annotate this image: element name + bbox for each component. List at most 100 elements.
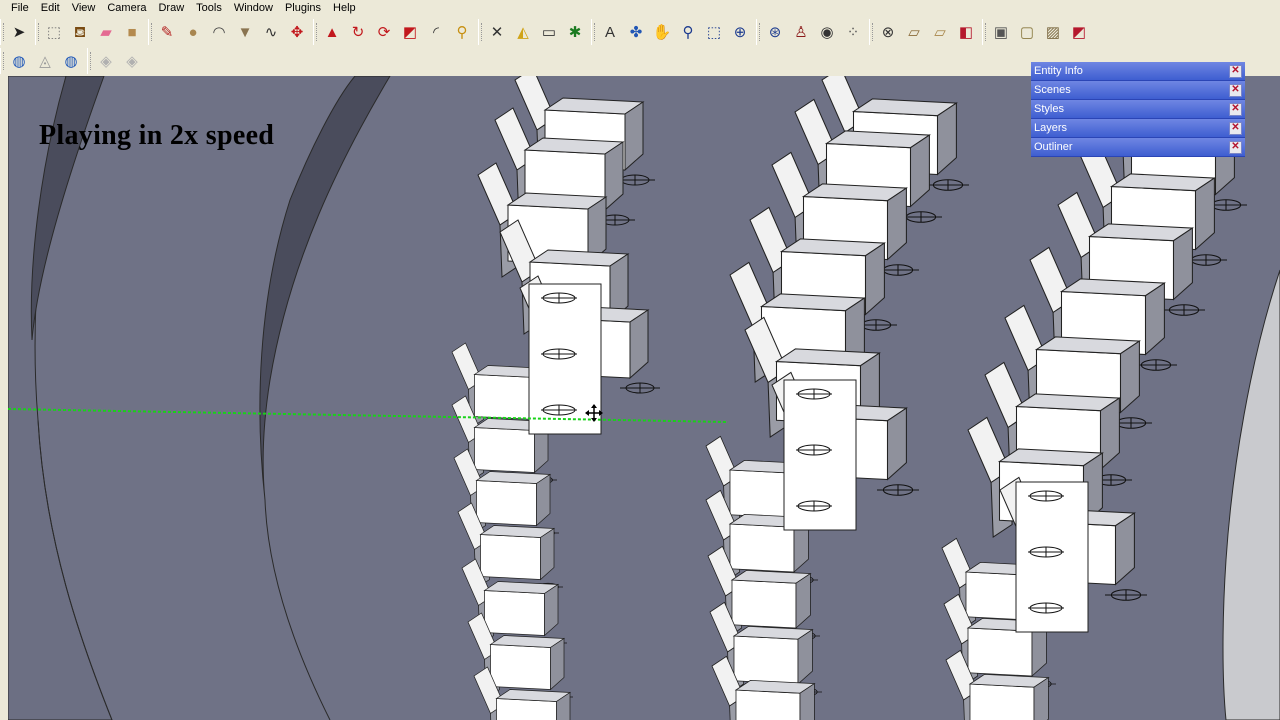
close-icon[interactable]: ✕ [1229, 102, 1242, 116]
seat-rows [451, 76, 1247, 720]
share-model-icon: ▱ [934, 23, 946, 41]
globe-upload-icon: ◍ [64, 52, 78, 70]
arc-button[interactable]: ◠ [206, 20, 232, 44]
arc-icon: ◠ [212, 23, 226, 41]
zoom-extents-button[interactable]: ⊕ [727, 20, 753, 44]
paint-bucket-button[interactable]: ⛾ [67, 20, 93, 44]
sandbox-button[interactable]: ◈ [93, 49, 119, 73]
section-plane-button[interactable]: ⊗ [875, 20, 901, 44]
axes-button[interactable]: ✱ [562, 20, 588, 44]
3d-model-scene[interactable] [8, 76, 1280, 720]
menu-file[interactable]: File [0, 2, 35, 14]
window-frame-left [0, 76, 8, 720]
eraser-icon: ▰ [100, 23, 112, 41]
curved-wall-band-2 [259, 76, 391, 501]
protractor-button[interactable]: ◭ [510, 20, 536, 44]
protractor-icon: ◭ [517, 23, 529, 41]
3d-text-button[interactable]: A [597, 20, 623, 44]
toolbar-group: ▲ ↻ ⟳ ◩ ◜ ⚲ [313, 19, 478, 45]
close-icon[interactable]: ✕ [1229, 121, 1242, 135]
close-icon[interactable]: ✕ [1229, 64, 1242, 78]
zoom-window-icon: ⬚ [706, 23, 722, 41]
menu-plugins[interactable]: Plugins [279, 2, 327, 14]
tray-panel-layers[interactable]: Layers ✕ [1031, 119, 1245, 138]
model-viewport[interactable]: Playing in 2x speed [8, 76, 1280, 720]
zoom-icon: ⚲ [682, 23, 694, 41]
toolbar-group: ▣ ▢ ▨ ◩ [982, 19, 1095, 45]
line-pencil-icon: ✎ [160, 23, 174, 41]
tray-panel-entity-info[interactable]: Entity Info ✕ [1031, 62, 1245, 81]
menu-help[interactable]: Help [327, 2, 362, 14]
photo-match-button[interactable]: ◬ [32, 49, 58, 73]
toolbar-group: ✎ ● ◠ ▼ ∿ ✥ [148, 19, 313, 45]
orbit-button[interactable]: ✤ [623, 20, 649, 44]
tray-panel-styles[interactable]: Styles ✕ [1031, 100, 1245, 119]
previous-view-icon: ⊛ [768, 23, 782, 41]
freehand-icon: ∿ [264, 23, 278, 41]
globe-upload-button[interactable]: ◍ [58, 49, 84, 73]
polygon-button[interactable]: ▼ [232, 20, 258, 44]
add-location-button[interactable]: ▢ [1014, 20, 1040, 44]
move-icon: ✥ [290, 23, 304, 41]
rectangle-icon: ■ [127, 23, 137, 41]
eraser-button[interactable]: ▰ [93, 20, 119, 44]
globe-icon: ◍ [12, 52, 26, 70]
make-component-button[interactable]: ⬚ [41, 20, 67, 44]
push-pull-button[interactable]: ▲ [319, 20, 345, 44]
zoom-extents-icon: ⊕ [733, 23, 747, 41]
section-plane-icon: ⊗ [881, 23, 895, 41]
push-pull-icon: ▲ [324, 23, 340, 41]
close-icon[interactable]: ✕ [1229, 140, 1242, 154]
sandbox-stamp-icon: ◈ [126, 52, 138, 70]
offset-button[interactable]: ◜ [423, 20, 449, 44]
share-component-button[interactable]: ◧ [953, 20, 979, 44]
tray-panel-scenes[interactable]: Scenes ✕ [1031, 81, 1245, 100]
freehand-button[interactable]: ∿ [258, 20, 284, 44]
dimension-button[interactable]: ✕ [484, 20, 510, 44]
menu-bar: File Edit View Camera Draw Tools Window Plugins… [0, 0, 1280, 16]
curved-wall-line-2 [264, 499, 331, 720]
circle-icon: ● [188, 23, 198, 41]
polygon-icon: ▼ [237, 23, 253, 41]
seat-end-panel [783, 379, 857, 531]
toolbar-group: A ✤ ✋ ⚲ ⬚ ⊕ [591, 19, 756, 45]
toolbar-group: ⊛ ♙ ◉ ⁘ [756, 19, 869, 45]
toolbar-group: ⬚ ⛾ ▰ ■ [35, 19, 148, 45]
sandbox-stamp-button[interactable]: ◈ [119, 49, 145, 73]
circle-button[interactable]: ● [180, 20, 206, 44]
previous-view-button[interactable]: ⊛ [762, 20, 788, 44]
menu-edit[interactable]: Edit [35, 2, 66, 14]
menu-tools[interactable]: Tools [190, 2, 228, 14]
menu-view[interactable]: View [66, 2, 102, 14]
follow-me-button[interactable]: ⟳ [371, 20, 397, 44]
tray-panel-label: Layers [1034, 122, 1068, 134]
preview-google-earth-button[interactable]: ◩ [1066, 20, 1092, 44]
zoom-window-button[interactable]: ⬚ [701, 20, 727, 44]
pan-hand-button[interactable]: ✋ [649, 20, 675, 44]
offset-icon: ◜ [433, 23, 439, 41]
menu-camera[interactable]: Camera [101, 2, 152, 14]
tray-panel-outliner[interactable]: Outliner ✕ [1031, 138, 1245, 157]
look-around-button[interactable]: ◉ [814, 20, 840, 44]
share-model-button[interactable]: ▱ [927, 20, 953, 44]
globe-button[interactable]: ◍ [6, 49, 32, 73]
text-button[interactable]: ▭ [536, 20, 562, 44]
menu-draw[interactable]: Draw [152, 2, 190, 14]
position-camera-button[interactable]: ♙ [788, 20, 814, 44]
move-button[interactable]: ✥ [284, 20, 310, 44]
photo-textures-button[interactable]: ▣ [988, 20, 1014, 44]
zoom-button[interactable]: ⚲ [675, 20, 701, 44]
tray-panel-label: Scenes [1034, 84, 1071, 96]
select-arrow-button[interactable]: ➤ [6, 20, 32, 44]
menu-window[interactable]: Window [228, 2, 279, 14]
scale-button[interactable]: ◩ [397, 20, 423, 44]
line-pencil-button[interactable]: ✎ [154, 20, 180, 44]
rectangle-button[interactable]: ■ [119, 20, 145, 44]
tray-panel-label: Outliner [1034, 141, 1073, 153]
get-models-button[interactable]: ▱ [901, 20, 927, 44]
rotate-button[interactable]: ↻ [345, 20, 371, 44]
tape-measure-button[interactable]: ⚲ [449, 20, 475, 44]
close-icon[interactable]: ✕ [1229, 83, 1242, 97]
toggle-terrain-button[interactable]: ▨ [1040, 20, 1066, 44]
walk-button[interactable]: ⁘ [840, 20, 866, 44]
